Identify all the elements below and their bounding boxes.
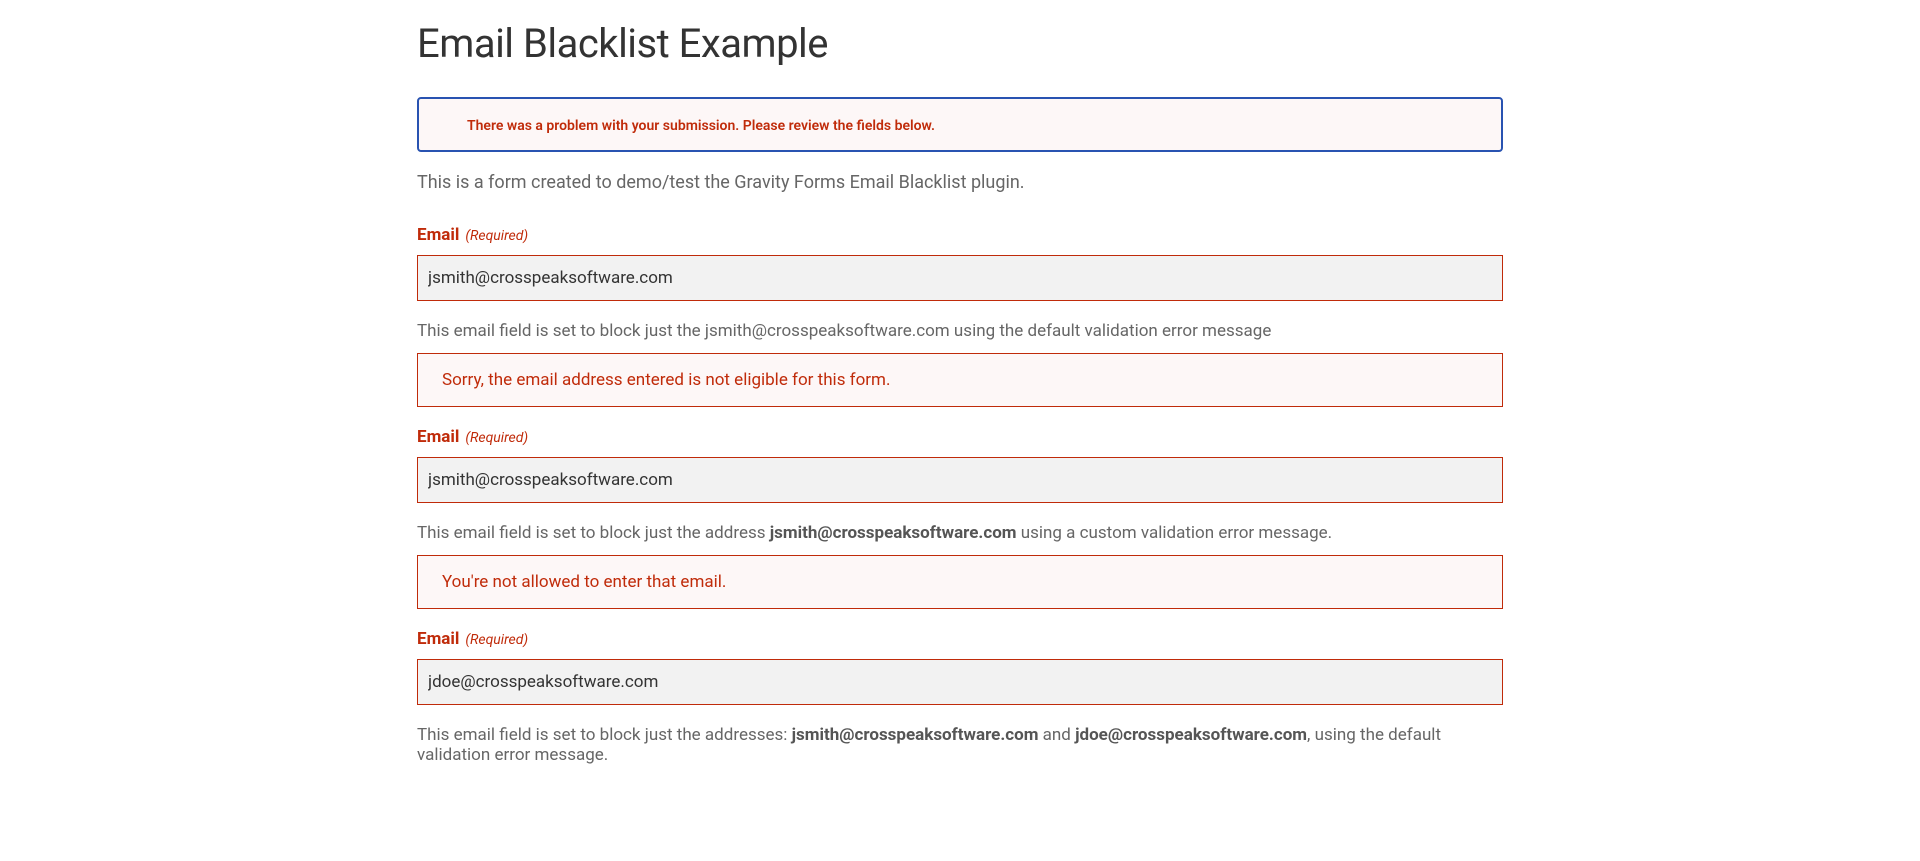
field-error-text: Sorry, the email address entered is not …	[442, 370, 890, 390]
email-input-2[interactable]	[417, 457, 1503, 503]
email-description-2: This email field is set to block just th…	[417, 523, 1503, 543]
email-input-3[interactable]	[417, 659, 1503, 705]
email-description-3: This email field is set to block just th…	[417, 725, 1503, 765]
required-indicator: (Required)	[465, 632, 528, 648]
required-indicator: (Required)	[465, 228, 528, 244]
validation-error-text: There was a problem with your submission…	[467, 118, 935, 134]
email-label-text: Email	[417, 629, 459, 649]
email-description-1: This email field is set to block just th…	[417, 321, 1503, 341]
form-container: Email Blacklist Example There was a prob…	[417, 0, 1503, 803]
email-label-3: Email (Required)	[417, 629, 1503, 649]
validation-error-box: There was a problem with your submission…	[417, 97, 1503, 152]
email-label-2: Email (Required)	[417, 427, 1503, 447]
intro-text: This is a form created to demo/test the …	[417, 172, 1503, 193]
email-label-text: Email	[417, 427, 459, 447]
email-field-group-2: Email (Required) This email field is set…	[417, 427, 1503, 609]
email-label-1: Email (Required)	[417, 225, 1503, 245]
email-field-group-1: Email (Required) This email field is set…	[417, 225, 1503, 407]
required-indicator: (Required)	[465, 430, 528, 446]
email-field-group-3: Email (Required) This email field is set…	[417, 629, 1503, 765]
field-error-box-2: You're not allowed to enter that email.	[417, 555, 1503, 609]
email-label-text: Email	[417, 225, 459, 245]
field-error-box-1: Sorry, the email address entered is not …	[417, 353, 1503, 407]
email-input-1[interactable]	[417, 255, 1503, 301]
field-error-text: You're not allowed to enter that email.	[442, 572, 726, 592]
page-title: Email Blacklist Example	[417, 20, 1503, 67]
